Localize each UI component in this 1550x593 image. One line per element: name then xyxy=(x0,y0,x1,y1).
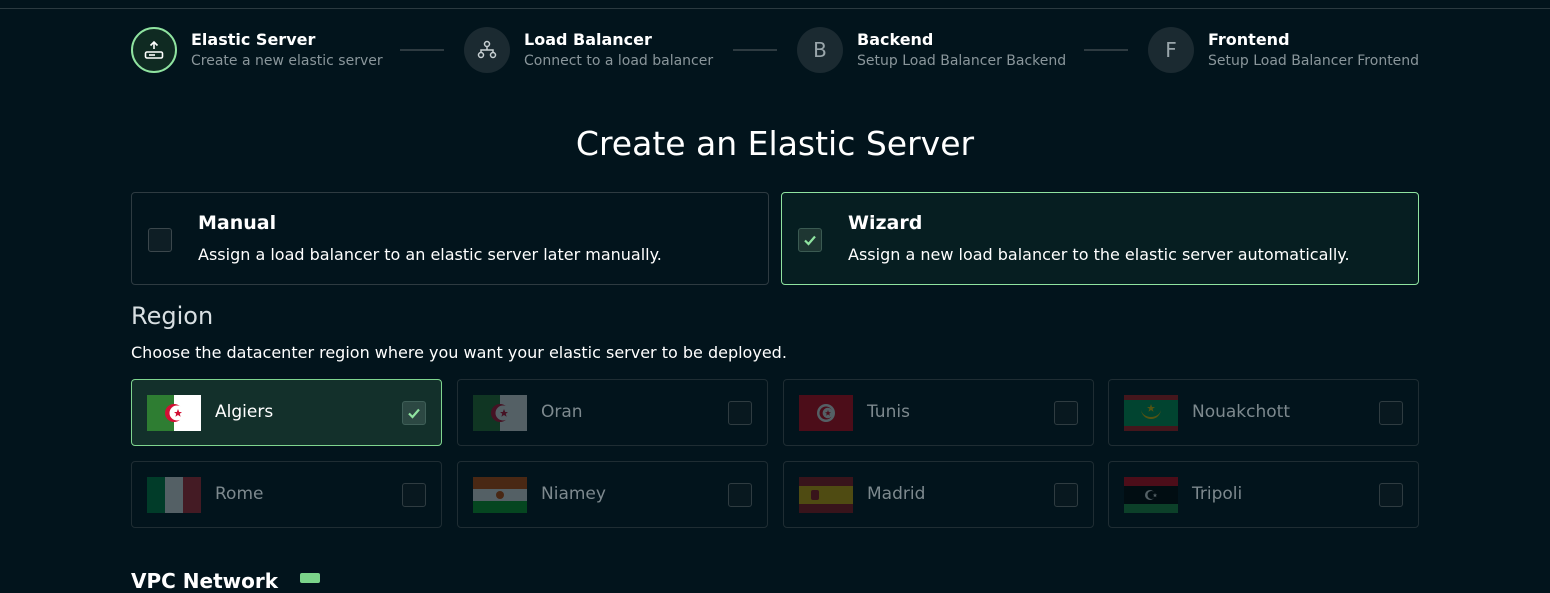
step-subtitle: Create a new elastic server xyxy=(191,52,383,69)
region-checkbox[interactable] xyxy=(728,483,752,507)
region-name: Madrid xyxy=(867,484,926,504)
check-icon xyxy=(408,408,420,419)
upload-server-icon xyxy=(131,27,177,73)
mode-title: Manual xyxy=(198,212,277,234)
region-niamey[interactable]: Niamey xyxy=(457,461,768,528)
region-nouakchott[interactable]: Nouakchott xyxy=(1108,379,1419,446)
region-checkbox[interactable] xyxy=(728,401,752,425)
step-connector xyxy=(400,49,444,51)
network-icon xyxy=(464,27,510,73)
wizard-checkbox[interactable] xyxy=(798,228,822,252)
step-letter-b: B xyxy=(797,27,843,73)
step-title: Elastic Server xyxy=(191,29,316,49)
region-oran[interactable]: Oran xyxy=(457,379,768,446)
region-name: Algiers xyxy=(215,402,274,422)
region-checkbox[interactable] xyxy=(1379,483,1403,507)
step-subtitle: Setup Load Balancer Backend xyxy=(857,52,1067,69)
mode-description: Assign a new load balancer to the elasti… xyxy=(848,245,1350,264)
region-checkbox[interactable] xyxy=(1379,401,1403,425)
step-letter-f: F xyxy=(1148,27,1194,73)
region-tripoli[interactable]: Tripoli xyxy=(1108,461,1419,528)
region-checkbox[interactable] xyxy=(1054,401,1078,425)
step-connector xyxy=(1084,49,1128,51)
region-title: Region xyxy=(131,302,214,330)
region-name: Tunis xyxy=(867,402,910,422)
tunisia-flag-icon xyxy=(799,395,853,431)
spain-flag-icon xyxy=(799,477,853,513)
region-name: Nouakchott xyxy=(1192,402,1291,422)
niger-flag-icon xyxy=(473,477,527,513)
region-algiers[interactable]: Algiers xyxy=(131,379,442,446)
region-name: Rome xyxy=(215,484,264,504)
vpc-network-title: VPC Network xyxy=(131,569,279,593)
region-madrid[interactable]: Madrid xyxy=(783,461,1094,528)
mode-description: Assign a load balancer to an elastic ser… xyxy=(198,245,662,264)
step-connector xyxy=(733,49,777,51)
step-subtitle: Setup Load Balancer Frontend xyxy=(1208,52,1420,69)
libya-flag-icon xyxy=(1124,477,1178,513)
algeria-flag-icon xyxy=(147,395,201,431)
italy-flag-icon xyxy=(147,477,201,513)
region-description: Choose the datacenter region where you w… xyxy=(131,343,787,362)
top-divider xyxy=(0,8,1550,9)
region-name: Niamey xyxy=(541,484,606,504)
info-badge-icon xyxy=(300,573,320,583)
step-title: Load Balancer xyxy=(524,29,652,49)
step-elastic-server[interactable]: Elastic Server Create a new elastic serv… xyxy=(131,27,383,73)
mode-card-wizard[interactable]: Wizard Assign a new load balancer to the… xyxy=(781,192,1419,285)
step-frontend[interactable]: F Frontend Setup Load Balancer Frontend xyxy=(1148,27,1419,73)
manual-checkbox[interactable] xyxy=(148,228,172,252)
step-title: Frontend xyxy=(1208,29,1290,49)
algeria-flag-icon xyxy=(473,395,527,431)
region-checkbox[interactable] xyxy=(1054,483,1078,507)
step-backend[interactable]: B Backend Setup Load Balancer Backend xyxy=(797,27,1066,73)
region-checkbox[interactable] xyxy=(402,401,426,425)
step-subtitle: Connect to a load balancer xyxy=(524,52,714,69)
region-rome[interactable]: Rome xyxy=(131,461,442,528)
mauritania-flag-icon xyxy=(1124,395,1178,431)
region-tunis[interactable]: Tunis xyxy=(783,379,1094,446)
mode-card-manual[interactable]: Manual Assign a load balancer to an elas… xyxy=(131,192,769,285)
step-title: Backend xyxy=(857,29,934,49)
region-name: Oran xyxy=(541,402,583,422)
page-title: Create an Elastic Server xyxy=(575,124,975,163)
wizard-stepper: Elastic Server Create a new elastic serv… xyxy=(131,27,1421,73)
step-load-balancer[interactable]: Load Balancer Connect to a load balancer xyxy=(464,27,713,73)
region-checkbox[interactable] xyxy=(402,483,426,507)
check-icon xyxy=(804,235,816,246)
region-name: Tripoli xyxy=(1192,484,1243,504)
mode-title: Wizard xyxy=(848,212,923,234)
